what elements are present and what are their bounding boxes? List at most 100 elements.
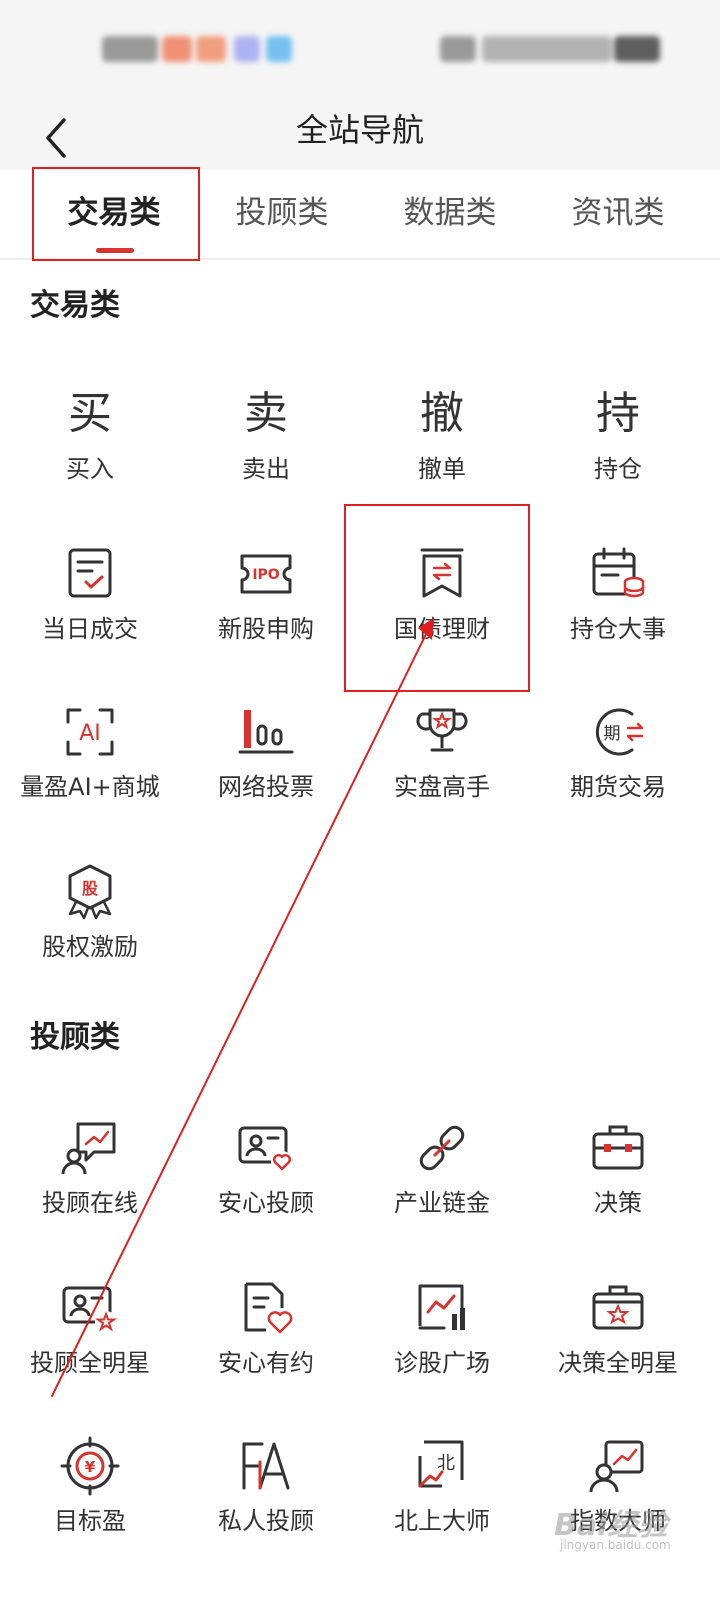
private-advisor-icon <box>236 1436 296 1496</box>
nav-item-label: 私人投顾 <box>218 1507 314 1535</box>
briefcase-icon <box>588 1118 648 1178</box>
nav-item-advisor-online[interactable]: 投顾在线 <box>0 1118 180 1268</box>
watermark-url: jingyan.baidu.com <box>560 1538 671 1552</box>
chain-link-icon <box>412 1118 472 1178</box>
nav-item-advisor-all-stars[interactable]: 投顾全明星 <box>0 1278 180 1428</box>
nav-item-label: 量盈AI+商城 <box>20 773 160 801</box>
svg-text:股: 股 <box>82 879 99 898</box>
nav-item-peace-appointment[interactable]: 安心有约 <box>176 1278 356 1428</box>
nav-item-label: 诊股广场 <box>394 1349 490 1377</box>
nav-item-online-vote[interactable]: 网络投票 <box>176 702 356 852</box>
nav-item-peace-advisor[interactable]: 安心投顾 <box>176 1118 356 1268</box>
svg-text:期: 期 <box>604 724 621 744</box>
calendar-coins-icon <box>588 544 648 604</box>
tab-advisory[interactable]: 投顾类 <box>196 170 368 258</box>
svg-text:IPO: IPO <box>252 567 279 583</box>
svg-text:AI: AI <box>79 721 101 746</box>
nav-item-label: 实盘高手 <box>394 773 490 801</box>
trend-chart-icon <box>412 1278 472 1338</box>
advisor-chat-icon <box>60 1118 120 1178</box>
status-left-blur-2 <box>162 36 192 62</box>
nav-item-label: 安心投顾 <box>218 1189 314 1217</box>
index-master-icon <box>588 1436 648 1496</box>
nav-item-label: 决策 <box>594 1189 642 1217</box>
ipo-ticket-icon: IPO <box>236 544 296 604</box>
nav-item-position-events[interactable]: 持仓大事 <box>528 544 708 694</box>
ai-scan-icon: AI <box>60 702 120 762</box>
nav-item-industry-chain[interactable]: 产业链金 <box>352 1118 532 1268</box>
nav-item-label: 买入 <box>66 455 114 483</box>
briefcase-star-icon <box>588 1278 648 1338</box>
advisor-card-heart-icon <box>236 1118 296 1178</box>
nav-item-label: 北上大师 <box>394 1507 490 1535</box>
nav-item-northbound-master[interactable]: 北 北上大师 <box>352 1436 532 1586</box>
nav-item-bond-finance[interactable]: 国债理财 <box>352 544 532 694</box>
tab-trading[interactable]: 交易类 <box>28 170 200 258</box>
svg-text:北: 北 <box>437 1453 455 1474</box>
tab-bar: 交易类 投顾类 数据类 资讯类 <box>0 170 720 260</box>
nav-item-label: 撤单 <box>418 455 466 483</box>
nav-item-label: 当日成交 <box>42 615 138 643</box>
nav-item-private-advisor[interactable]: 私人投顾 <box>176 1436 356 1586</box>
nav-item-label: 持仓 <box>594 455 642 483</box>
battery-blur <box>614 36 660 62</box>
status-left-blur-3 <box>196 36 226 62</box>
nav-item-label: 国债理财 <box>394 615 490 643</box>
status-bar <box>0 0 720 96</box>
nav-item-label: 投顾在线 <box>42 1189 138 1217</box>
nav-item-futures[interactable]: 期 期货交易 <box>528 702 708 852</box>
tab-news[interactable]: 资讯类 <box>532 170 704 258</box>
status-left-blur <box>102 36 158 62</box>
futures-exchange-icon: 期 <box>588 702 648 762</box>
nav-item-label: 网络投票 <box>218 773 314 801</box>
document-heart-icon <box>236 1278 296 1338</box>
bond-bookmark-icon <box>412 544 472 604</box>
sell-glyph-icon: 卖 <box>244 388 288 439</box>
active-tab-indicator <box>96 248 134 253</box>
nav-item-position[interactable]: 持 持仓 <box>528 384 708 534</box>
svg-text:¥: ¥ <box>85 1458 96 1476</box>
status-left-blur-4 <box>234 36 260 62</box>
nav-item-buy[interactable]: 买 买入 <box>0 384 180 534</box>
trophy-icon <box>412 702 472 762</box>
watermark-logo: Bai经验 jingyan.baidu.com <box>540 1500 690 1560</box>
nav-item-sell[interactable]: 卖 卖出 <box>176 384 356 534</box>
nav-item-ai-mall[interactable]: AI 量盈AI+商城 <box>0 702 180 852</box>
status-left-blur-5 <box>266 36 292 62</box>
section-title-trading: 交易类 <box>30 288 120 323</box>
tab-data[interactable]: 数据类 <box>364 170 536 258</box>
page-title: 全站导航 <box>295 111 424 149</box>
status-right-blur-2 <box>482 36 612 62</box>
nav-item-today-deals[interactable]: 当日成交 <box>0 544 180 694</box>
cancel-order-glyph-icon: 撤 <box>420 388 464 439</box>
nav-item-decision-all-stars[interactable]: 决策全明星 <box>528 1278 708 1428</box>
nav-item-label: 新股申购 <box>218 615 314 643</box>
nav-item-label: 投顾全明星 <box>30 1349 150 1377</box>
checklist-icon <box>60 544 120 604</box>
northbound-icon: 北 <box>412 1436 472 1496</box>
nav-item-stock-diagnosis[interactable]: 诊股广场 <box>352 1278 532 1428</box>
equity-badge-icon: 股 <box>60 862 120 922</box>
nav-item-equity-incentive[interactable]: 股 股权激励 <box>0 862 180 1012</box>
nav-item-label: 持仓大事 <box>570 615 666 643</box>
nav-item-label: 股权激励 <box>42 933 138 961</box>
nav-item-label: 目标盈 <box>54 1507 126 1535</box>
vote-bars-icon <box>236 702 296 762</box>
section-title-advisory: 投顾类 <box>30 1020 120 1055</box>
nav-item-real-trading-experts[interactable]: 实盘高手 <box>352 702 532 852</box>
position-glyph-icon: 持 <box>596 388 640 439</box>
nav-item-label: 期货交易 <box>570 773 666 801</box>
nav-item-target-profit[interactable]: ¥ 目标盈 <box>0 1436 180 1586</box>
nav-item-cancel-order[interactable]: 撤 撤单 <box>352 384 532 534</box>
nav-item-ipo[interactable]: IPO 新股申购 <box>176 544 356 694</box>
buy-glyph-icon: 买 <box>68 388 112 439</box>
nav-item-label: 安心有约 <box>218 1349 314 1377</box>
nav-item-label: 产业链金 <box>394 1189 490 1217</box>
nav-header: 全站导航 <box>0 96 720 170</box>
advisor-card-star-icon <box>60 1278 120 1338</box>
status-right-blur <box>440 36 476 62</box>
nav-item-label: 卖出 <box>242 455 290 483</box>
nav-item-label: 决策全明星 <box>558 1349 678 1377</box>
target-yuan-icon: ¥ <box>60 1436 120 1496</box>
nav-item-decision[interactable]: 决策 <box>528 1118 708 1268</box>
